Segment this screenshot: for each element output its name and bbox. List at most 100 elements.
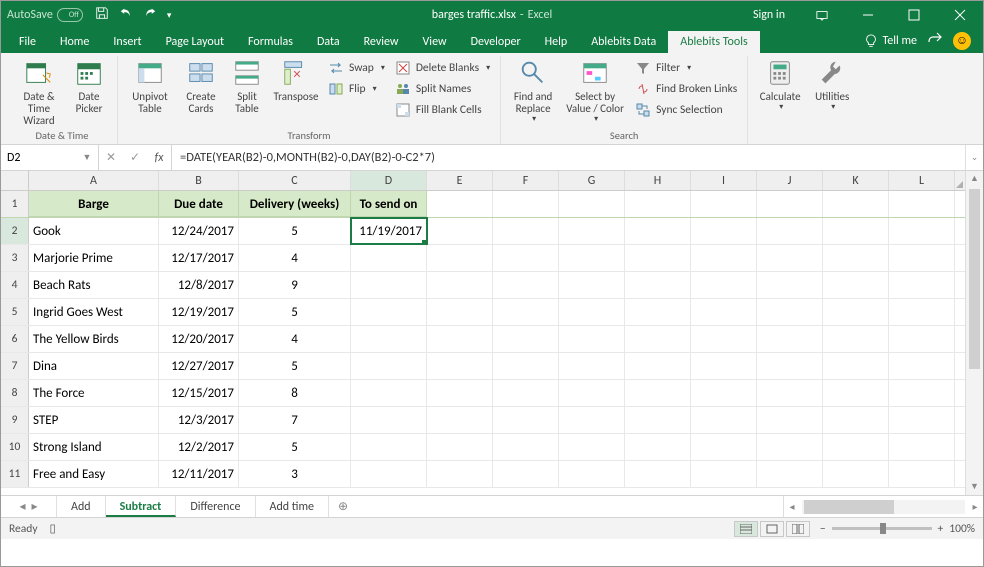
cell-A5[interactable]: Ingrid Goes West xyxy=(29,299,159,325)
cell-B5[interactable]: 12/19/2017 xyxy=(159,299,239,325)
cell-L9[interactable] xyxy=(889,407,955,433)
cell-B8[interactable]: 12/15/2017 xyxy=(159,380,239,406)
cell-F8[interactable] xyxy=(493,380,559,406)
cell-G8[interactable] xyxy=(559,380,625,406)
horizontal-scrollbar[interactable]: ◂ ▸ xyxy=(783,496,983,517)
insert-function-icon[interactable]: fx xyxy=(147,151,171,165)
utilities-button[interactable]: Utilities▾ xyxy=(808,56,856,114)
cell-H1[interactable] xyxy=(625,191,691,217)
spreadsheet-grid[interactable]: ABCDEFGHIJKL 1BargeDue dateDelivery (wee… xyxy=(1,171,983,495)
zoom-out-button[interactable]: − xyxy=(820,522,826,536)
cell-H4[interactable] xyxy=(625,272,691,298)
col-header-A[interactable]: A xyxy=(29,171,159,190)
unpivot-table-button[interactable]: Unpivot Table xyxy=(124,56,176,117)
cell-I11[interactable] xyxy=(691,461,757,487)
scroll-thumb[interactable] xyxy=(804,500,894,514)
cell-A11[interactable]: Free and Easy xyxy=(29,461,159,487)
row-header-3[interactable]: 3 xyxy=(1,245,29,271)
cell-I3[interactable] xyxy=(691,245,757,271)
cell-G11[interactable] xyxy=(559,461,625,487)
cell-L6[interactable] xyxy=(889,326,955,352)
qat-customize-icon[interactable]: ▾ xyxy=(167,10,172,21)
cell-K10[interactable] xyxy=(823,434,889,460)
cell-L4[interactable] xyxy=(889,272,955,298)
cell-H8[interactable] xyxy=(625,380,691,406)
find-broken-links-button[interactable]: Find Broken Links xyxy=(631,79,741,99)
cell-G3[interactable] xyxy=(559,245,625,271)
calculate-button[interactable]: Calculate▾ xyxy=(754,56,806,114)
scroll-right-icon[interactable]: ▸ xyxy=(967,500,983,513)
zoom-slider[interactable] xyxy=(832,527,932,530)
cell-K2[interactable] xyxy=(823,218,889,244)
tab-formulas[interactable]: Formulas xyxy=(236,31,305,53)
cell-I10[interactable] xyxy=(691,434,757,460)
delete-blanks-button[interactable]: Delete Blanks▾ xyxy=(391,58,494,78)
cell-D8[interactable] xyxy=(351,380,427,406)
cell-I4[interactable] xyxy=(691,272,757,298)
save-icon[interactable] xyxy=(95,6,109,24)
formula-input[interactable]: =DATE(YEAR(B2)-0,MONTH(B2)-0,DAY(B2)-0-C… xyxy=(172,145,965,170)
cell-D3[interactable] xyxy=(351,245,427,271)
cell-K5[interactable] xyxy=(823,299,889,325)
cell-J6[interactable] xyxy=(757,326,823,352)
cell-A6[interactable]: The Yellow Birds xyxy=(29,326,159,352)
cell-I2[interactable] xyxy=(691,218,757,244)
cell-D1[interactable]: To send on xyxy=(351,191,427,217)
name-box-dropdown-icon[interactable]: ▼ xyxy=(80,152,94,163)
create-cards-button[interactable]: Create Cards xyxy=(178,56,224,117)
sheet-tab-add[interactable]: Add xyxy=(57,496,106,517)
cell-F5[interactable] xyxy=(493,299,559,325)
cell-B1[interactable]: Due date xyxy=(159,191,239,217)
cell-A3[interactable]: Marjorie Prime xyxy=(29,245,159,271)
cell-C5[interactable]: 5 xyxy=(239,299,351,325)
cell-H7[interactable] xyxy=(625,353,691,379)
row-header-7[interactable]: 7 xyxy=(1,353,29,379)
col-header-J[interactable]: J xyxy=(757,171,823,190)
sheet-tab-add-time[interactable]: Add time xyxy=(256,496,330,517)
cell-I7[interactable] xyxy=(691,353,757,379)
cell-I1[interactable] xyxy=(691,191,757,217)
cell-E6[interactable] xyxy=(427,326,493,352)
page-break-view-button[interactable] xyxy=(786,521,810,537)
col-header-I[interactable]: I xyxy=(691,171,757,190)
cell-A4[interactable]: Beach Rats xyxy=(29,272,159,298)
cell-J10[interactable] xyxy=(757,434,823,460)
scroll-down-icon[interactable]: ▼ xyxy=(966,479,983,495)
cell-C11[interactable]: 3 xyxy=(239,461,351,487)
scroll-left-icon[interactable]: ◂ xyxy=(784,500,800,513)
cell-G9[interactable] xyxy=(559,407,625,433)
cell-F4[interactable] xyxy=(493,272,559,298)
cell-B11[interactable]: 12/11/2017 xyxy=(159,461,239,487)
cell-B4[interactable]: 12/8/2017 xyxy=(159,272,239,298)
cell-H6[interactable] xyxy=(625,326,691,352)
cell-C7[interactable]: 5 xyxy=(239,353,351,379)
tab-data[interactable]: Data xyxy=(305,31,352,53)
cell-F10[interactable] xyxy=(493,434,559,460)
cell-F7[interactable] xyxy=(493,353,559,379)
tab-home[interactable]: Home xyxy=(48,31,101,53)
cell-B7[interactable]: 12/27/2017 xyxy=(159,353,239,379)
cell-F1[interactable] xyxy=(493,191,559,217)
sign-in-button[interactable]: Sign in xyxy=(739,8,799,22)
select-all-corner[interactable] xyxy=(1,171,29,190)
cell-L8[interactable] xyxy=(889,380,955,406)
cell-D7[interactable] xyxy=(351,353,427,379)
cell-J9[interactable] xyxy=(757,407,823,433)
row-header-4[interactable]: 4 xyxy=(1,272,29,298)
cell-B9[interactable]: 12/3/2017 xyxy=(159,407,239,433)
filter-button[interactable]: Filter▾ xyxy=(631,58,741,78)
cell-I8[interactable] xyxy=(691,380,757,406)
col-header-D[interactable]: D xyxy=(351,171,427,190)
row-header-9[interactable]: 9 xyxy=(1,407,29,433)
scroll-up-icon[interactable]: ▲ xyxy=(966,171,983,187)
name-box[interactable]: D2 ▼ xyxy=(1,145,99,170)
cell-A7[interactable]: Dina xyxy=(29,353,159,379)
cell-A9[interactable]: STEP xyxy=(29,407,159,433)
cell-F2[interactable] xyxy=(493,218,559,244)
cell-J1[interactable] xyxy=(757,191,823,217)
col-header-C[interactable]: C xyxy=(239,171,351,190)
cell-A10[interactable]: Strong Island xyxy=(29,434,159,460)
cell-L11[interactable] xyxy=(889,461,955,487)
cell-J4[interactable] xyxy=(757,272,823,298)
cell-K4[interactable] xyxy=(823,272,889,298)
